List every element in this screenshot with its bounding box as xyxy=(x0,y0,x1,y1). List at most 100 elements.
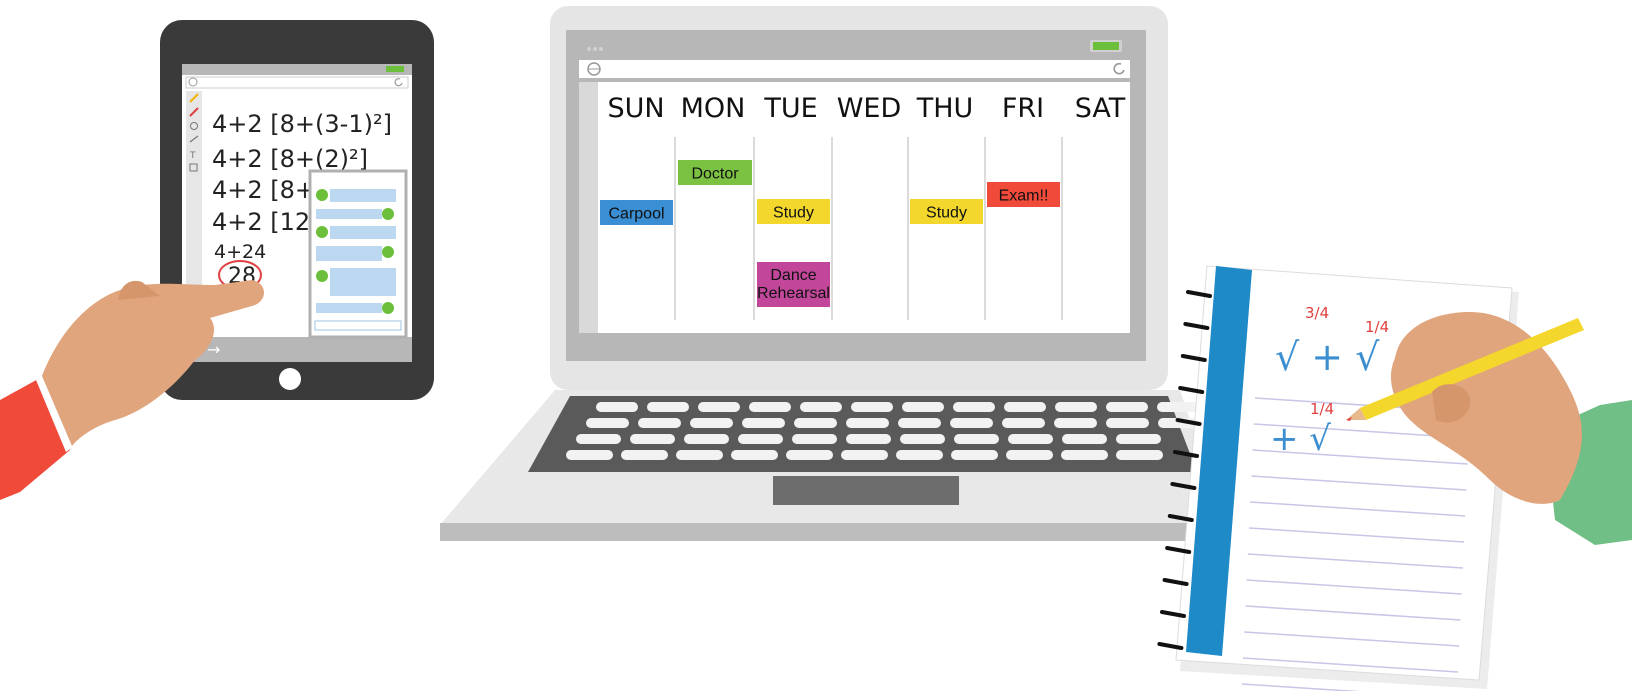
math-expression: √ + √ xyxy=(1275,335,1380,379)
key xyxy=(900,434,945,444)
key xyxy=(1002,418,1045,428)
chat-bubble xyxy=(330,189,396,202)
avatar xyxy=(382,246,394,258)
key xyxy=(794,418,837,428)
key xyxy=(1004,402,1046,412)
key xyxy=(792,434,837,444)
key xyxy=(698,402,740,412)
calendar-event[interactable]: Study xyxy=(757,199,830,224)
key xyxy=(953,402,995,412)
event-label: Study xyxy=(773,205,814,222)
key xyxy=(951,450,998,460)
key xyxy=(902,402,944,412)
calendar-sidebar xyxy=(579,82,598,333)
key xyxy=(846,434,891,444)
calendar-event[interactable]: Doctor xyxy=(678,160,752,185)
key xyxy=(898,418,941,428)
key xyxy=(1055,402,1097,412)
tablet-status-bar xyxy=(182,64,412,75)
chat-panel xyxy=(308,169,408,339)
key xyxy=(851,402,893,412)
key xyxy=(742,418,785,428)
key xyxy=(950,418,993,428)
math-line: 4+2 [8+(2)²] xyxy=(212,145,368,173)
key xyxy=(1116,450,1163,460)
key xyxy=(1106,402,1148,412)
window-dot xyxy=(593,47,597,51)
calendar-event[interactable]: Carpool xyxy=(600,200,673,225)
key xyxy=(638,418,681,428)
avatar xyxy=(382,208,394,220)
key xyxy=(1116,434,1161,444)
key xyxy=(1062,434,1107,444)
day-header: THU xyxy=(916,93,974,124)
chat-bubble xyxy=(330,268,396,296)
calendar-event[interactable]: Study xyxy=(910,199,983,224)
day-header: WED xyxy=(837,93,902,124)
key xyxy=(621,450,668,460)
key xyxy=(1054,418,1097,428)
key xyxy=(786,450,833,460)
avatar xyxy=(382,302,394,314)
key xyxy=(1008,434,1053,444)
key xyxy=(1157,402,1199,412)
tablet-battery xyxy=(386,66,404,72)
laptop-base-edge xyxy=(440,523,1225,541)
math-line: 4+2 [8+(3-1)²] xyxy=(212,110,392,138)
event-label: Rehearsal xyxy=(757,285,830,302)
key xyxy=(676,450,723,460)
event-label: Study xyxy=(926,205,967,222)
avatar xyxy=(316,189,328,201)
calendar-event[interactable]: Exam!! xyxy=(987,182,1060,207)
key xyxy=(731,450,778,460)
avatar xyxy=(316,270,328,282)
key xyxy=(738,434,783,444)
key xyxy=(1006,450,1053,460)
tablet-address-bar[interactable] xyxy=(185,76,409,89)
calendar-event[interactable]: DanceRehearsal xyxy=(757,262,830,307)
chat-bubble xyxy=(316,209,382,219)
key xyxy=(1061,450,1108,460)
key xyxy=(846,418,889,428)
key xyxy=(684,434,729,444)
key xyxy=(896,450,943,460)
chat-input[interactable] xyxy=(314,320,402,331)
key xyxy=(749,402,791,412)
math-expression: + √ xyxy=(1270,419,1331,459)
key xyxy=(586,418,629,428)
event-label: Doctor xyxy=(691,166,739,183)
trackpad xyxy=(773,476,959,505)
illustration: SUN MON TUE WED THU FRI SAT Carpool Doctor Study… xyxy=(0,6,1632,691)
fraction: 3/4 xyxy=(1305,304,1329,322)
key xyxy=(566,450,613,460)
math-line: 4+2 [12] xyxy=(212,208,320,236)
chat-bubble xyxy=(316,303,382,313)
day-header: FRI xyxy=(1002,93,1044,124)
day-header: SUN xyxy=(607,93,664,124)
text-tool-icon[interactable]: T xyxy=(189,151,196,161)
window-dot xyxy=(587,47,591,51)
event-label: Carpool xyxy=(608,206,664,223)
chat-bubble xyxy=(316,246,382,261)
day-header: TUE xyxy=(763,93,817,124)
day-header: MON xyxy=(681,93,746,124)
key xyxy=(954,434,999,444)
chat-bubble xyxy=(330,226,396,239)
key xyxy=(647,402,689,412)
key xyxy=(630,434,675,444)
home-button[interactable] xyxy=(279,368,301,390)
fraction: 1/4 xyxy=(1310,400,1334,418)
day-header: SAT xyxy=(1075,93,1126,124)
battery-level xyxy=(1093,42,1119,50)
event-label: Dance xyxy=(770,267,816,284)
address-bar[interactable] xyxy=(579,60,1130,78)
key xyxy=(800,402,842,412)
event-label: Exam!! xyxy=(999,188,1049,205)
key xyxy=(596,402,638,412)
math-line: 4+24 xyxy=(214,241,266,263)
window-dot xyxy=(599,47,603,51)
key xyxy=(690,418,733,428)
avatar xyxy=(316,226,328,238)
fraction: 1/4 xyxy=(1365,318,1389,336)
key xyxy=(576,434,621,444)
